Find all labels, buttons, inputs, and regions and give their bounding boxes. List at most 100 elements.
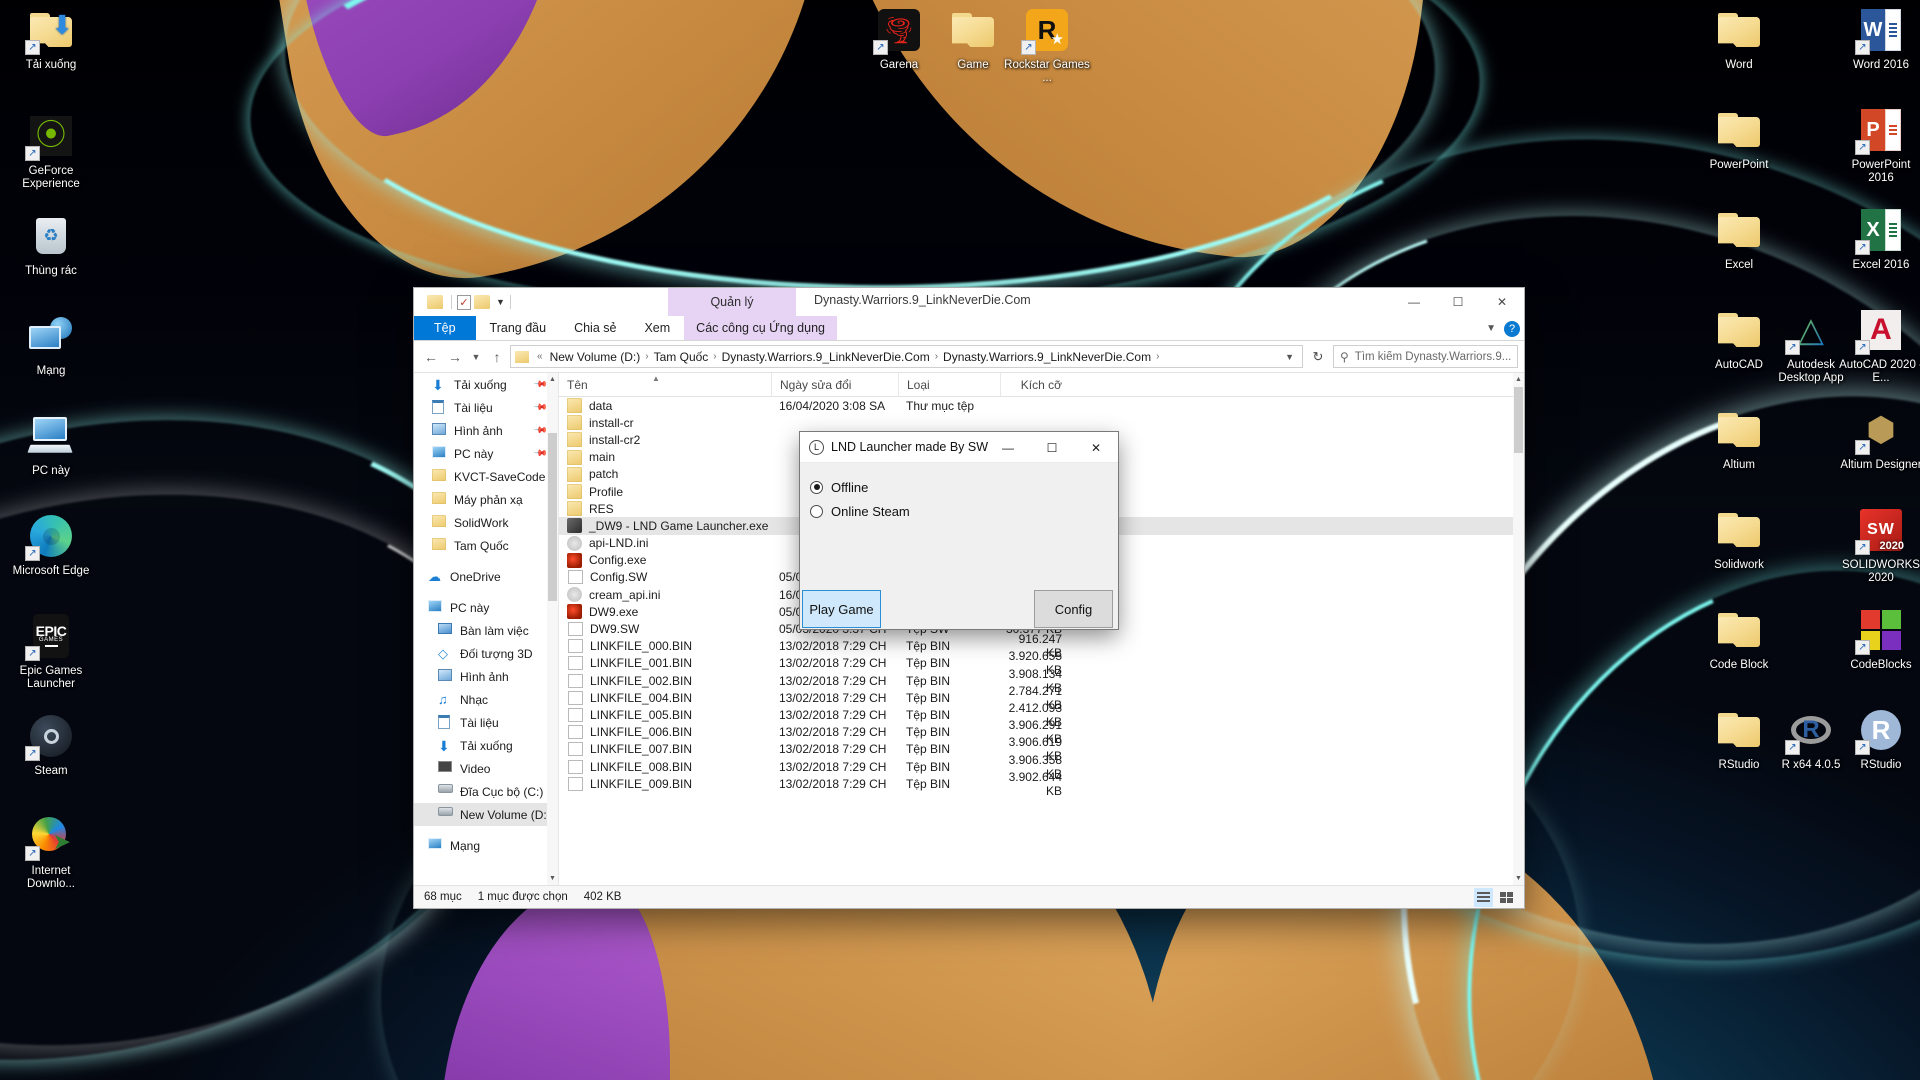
desktop-icon-rockstar-games[interactable]: R★Rockstar Games ... [1004, 6, 1090, 85]
nav-item-pc-n-y[interactable]: PC này📌 [414, 442, 558, 465]
desktop-icon-code-block[interactable]: Code Block [1696, 606, 1782, 672]
details-view-button[interactable] [1474, 888, 1493, 907]
desktop-icon-microsoft-edge[interactable]: Microsoft Edge [8, 512, 94, 578]
pin-icon[interactable]: 📌 [533, 423, 549, 439]
chevron-down-icon[interactable]: ▼ [496, 297, 505, 307]
tab-trang-u[interactable]: Trang đầu [476, 316, 561, 340]
tiles-view-button[interactable] [1497, 888, 1516, 907]
nav-item-onedrive[interactable]: ☁OneDrive [414, 565, 558, 588]
nav-item-b-n-l-m-vi-c[interactable]: Bàn làm việc [414, 619, 558, 642]
navigation-pane-scrollbar[interactable]: ▲ ▼ [547, 373, 558, 885]
nav-item-m-ng[interactable]: Mạng [414, 834, 558, 857]
ribbon-right-controls[interactable]: ▼ ? [1486, 316, 1520, 341]
back-button[interactable]: ← [420, 346, 442, 368]
nav-item-nh-c[interactable]: ♫Nhạc [414, 688, 558, 711]
nav-item-tam-qu-c[interactable]: Tam Quốc [414, 534, 558, 557]
breadcrumb-item[interactable]: New Volume (D:) [548, 350, 643, 364]
breadcrumb-item[interactable]: Dynasty.Warriors.9_LinkNeverDie.Com [941, 350, 1153, 364]
tab-xem[interactable]: Xem [630, 316, 684, 340]
breadcrumb-separator-icon[interactable]: › [1153, 351, 1162, 362]
nav-item-h-nh-nh[interactable]: Hình ảnh📌 [414, 419, 558, 442]
desktop-icon-m-ng[interactable]: Mạng [8, 312, 94, 378]
nav-item-video[interactable]: Video [414, 757, 558, 780]
nav-item-pc-n-y[interactable]: PC này [414, 596, 558, 619]
tab-t-p[interactable]: Tệp [414, 316, 476, 340]
desktop-icon-solidworks-2020[interactable]: SW2020SOLIDWORKS 2020 [1838, 506, 1920, 585]
close-button[interactable]: ✕ [1480, 288, 1524, 316]
desktop-icon-excel-2016[interactable]: XExcel 2016 [1838, 206, 1920, 272]
desktop-icon-powerpoint[interactable]: PowerPoint [1696, 106, 1782, 172]
nav-item-solidwork[interactable]: SolidWork [414, 511, 558, 534]
breadcrumb-separator-icon[interactable]: › [710, 351, 719, 362]
desktop-icon-internet-downlo[interactable]: ➤Internet Downlo... [8, 812, 94, 891]
pin-icon[interactable]: 📌 [533, 377, 549, 393]
desktop-icon-t-i-xu-ng[interactable]: ⬇Tải xuống [8, 6, 94, 72]
lnd-window-controls[interactable]: — ☐ ✕ [986, 432, 1118, 463]
column-header-type[interactable]: Loại [898, 373, 1000, 397]
config-button[interactable]: Config [1034, 590, 1113, 628]
desktop-icon-autocad-2020-e[interactable]: AAutoCAD 2020 - E... [1838, 306, 1920, 385]
desktop-icon-epic-games-launcher[interactable]: EPICGAMESEpic Games Launcher [8, 612, 94, 691]
desktop-icon-altium[interactable]: Altium [1696, 406, 1782, 472]
desktop-icon-steam[interactable]: Steam [8, 712, 94, 778]
column-header-date[interactable]: Ngày sửa đổi [771, 373, 898, 397]
address-bar-row[interactable]: ← → ▼ ↑ « New Volume (D:)›Tam Quốc›Dynas… [414, 341, 1524, 372]
desktop-icon-word-2016[interactable]: WWord 2016 [1838, 6, 1920, 72]
lnd-close-button[interactable]: ✕ [1074, 432, 1118, 463]
pin-icon[interactable]: 📌 [533, 446, 549, 462]
help-question-icon[interactable]: ? [1504, 321, 1520, 337]
breadcrumb-separator-icon[interactable]: › [932, 351, 941, 362]
radio-option-online-steam[interactable]: Online Steam [810, 499, 1118, 523]
nav-item-m-y-ph-n-x[interactable]: Máy phản xạ [414, 488, 558, 511]
file-row[interactable]: data16/04/2020 3:08 SAThư mục tệp [559, 397, 1524, 414]
radio-online-steam-icon[interactable] [810, 505, 823, 518]
nav-item-t-i-li-u[interactable]: Tài liệu [414, 711, 558, 734]
nav-item-i-t-ng-3d[interactable]: ◇Đối tượng 3D [414, 642, 558, 665]
chevron-down-icon[interactable]: ▼ [1486, 323, 1496, 334]
breadcrumb-separator-icon[interactable]: › [642, 351, 651, 362]
nav-item-kvct-savecode[interactable]: KVCT-SaveCode [414, 465, 558, 488]
nav-item-t-i-li-u[interactable]: Tài liệu📌 [414, 396, 558, 419]
window-controls[interactable]: — ☐ ✕ [1392, 288, 1524, 316]
breadcrumb-item[interactable]: Tam Quốc [652, 350, 711, 364]
desktop-icon-powerpoint-2016[interactable]: PPowerPoint 2016 [1838, 106, 1920, 185]
radio-offline-icon[interactable] [810, 481, 823, 494]
pin-icon[interactable]: 📌 [533, 400, 549, 416]
desktop-icon-excel[interactable]: Excel [1696, 206, 1782, 272]
scroll-up-icon[interactable]: ▲ [1513, 373, 1524, 386]
radio-option-offline[interactable]: Offline [810, 475, 1118, 499]
minimize-button[interactable]: — [1392, 288, 1436, 316]
scroll-up-icon[interactable]: ▲ [547, 373, 558, 386]
quick-access-toolbar[interactable]: ✓ ▼ Quản lý Dynasty.Warriors.9_LinkNever… [414, 288, 1524, 316]
maximize-button[interactable]: ☐ [1436, 288, 1480, 316]
tab-chia-s[interactable]: Chia sẻ [560, 316, 630, 340]
file-row[interactable]: install-cr [559, 414, 1524, 431]
play-game-button[interactable]: Play Game [802, 590, 881, 628]
desktop-icon-solidwork[interactable]: Solidwork [1696, 506, 1782, 572]
recent-locations-button[interactable]: ▼ [468, 346, 484, 368]
nav-item-new-volume-d[interactable]: New Volume (D: [414, 803, 558, 826]
search-input[interactable]: ⚲ Tìm kiếm Dynasty.Warriors.9... [1333, 345, 1518, 368]
desktop-icon-altium-designer[interactable]: ⬢Altium Designer [1838, 406, 1920, 472]
new-folder-icon[interactable] [474, 295, 490, 309]
nav-item-t-i-xu-ng[interactable]: ⬇Tải xuống📌 [414, 373, 558, 396]
desktop-icon-geforce-experience[interactable]: ⦿GeForce Experience [8, 112, 94, 191]
column-header-size[interactable]: Kích cỡ [1000, 373, 1072, 397]
ribbon-tab-bar[interactable]: TệpTrang đầuChia sẻXem Các công cụ Ứng d… [414, 316, 1524, 341]
scrollbar-thumb[interactable] [548, 433, 557, 601]
view-mode-buttons[interactable] [1474, 886, 1516, 909]
column-header-name[interactable]: Tên ▲ [559, 373, 771, 397]
lnd-minimize-button[interactable]: — [986, 432, 1030, 463]
scroll-down-icon[interactable]: ▼ [547, 872, 558, 885]
tab-application-tools[interactable]: Các công cụ Ứng dụng [684, 316, 837, 340]
lnd-title-bar[interactable]: L LND Launcher made By SW — ☐ ✕ [800, 432, 1118, 463]
scroll-down-icon[interactable]: ▼ [1513, 872, 1524, 885]
desktop-icon-th-ng-r-c[interactable]: ♻Thùng rác [8, 212, 94, 278]
column-headers[interactable]: Tên ▲ Ngày sửa đổi Loại Kích cỡ [559, 373, 1524, 397]
file-row[interactable]: LINKFILE_009.BIN13/02/2018 7:29 CHTệp BI… [559, 775, 1524, 792]
desktop-icon-rstudio[interactable]: RRStudio [1838, 706, 1920, 772]
breadcrumb-item[interactable]: Dynasty.Warriors.9_LinkNeverDie.Com [720, 350, 932, 364]
nav-item-h-nh-nh[interactable]: Hình ảnh [414, 665, 558, 688]
lnd-launcher-dialog[interactable]: L LND Launcher made By SW — ☐ ✕ Offline … [800, 432, 1118, 629]
lnd-maximize-button[interactable]: ☐ [1030, 432, 1074, 463]
